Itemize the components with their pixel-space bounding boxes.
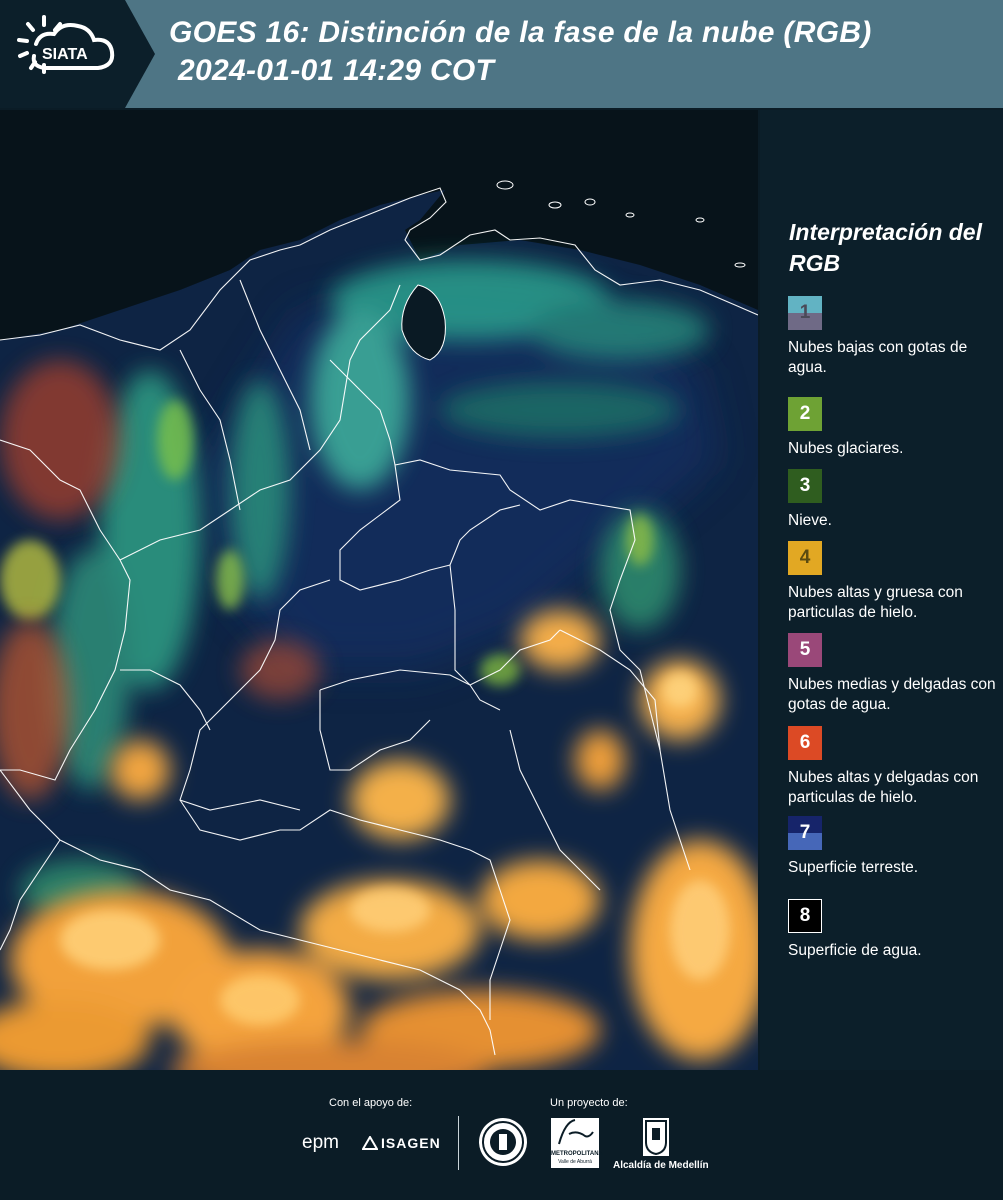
isagen-text: ISAGEN: [381, 1135, 441, 1151]
legend-number: 7: [799, 822, 811, 843]
epm-text: epm: [302, 1132, 339, 1153]
siata-logo[interactable]: SIATA: [0, 0, 155, 108]
project-label: Un proyecto de:: [550, 1097, 628, 1109]
footer: Con el apoyo de: Un proyecto de: epm ISA…: [0, 1070, 1003, 1200]
legend-label: Nubes glaciares.: [788, 440, 904, 457]
legend-swatch: 5: [788, 633, 822, 667]
legend-label: Nubes altas y gruesa con particulas de h…: [788, 584, 963, 621]
legend-item-4: 4 Nubes altas y gruesa con particulas de …: [788, 541, 998, 623]
legend-label: Superficie terreste.: [788, 859, 919, 876]
legend-number: 3: [799, 475, 811, 496]
epm-logo[interactable]: epm: [302, 1132, 339, 1154]
legend-swatch: 3: [788, 469, 822, 503]
seal-icon: [482, 1121, 524, 1163]
footer-divider: [458, 1116, 459, 1170]
seal-logo[interactable]: [479, 1118, 527, 1166]
legend-number: 4: [799, 547, 811, 568]
legend-number: 5: [799, 639, 811, 660]
legend-number: 8: [799, 905, 811, 926]
support-label: Con el apoyo de:: [329, 1097, 413, 1109]
legend-swatch: 2: [788, 397, 822, 431]
legend-number: 2: [799, 403, 811, 424]
legend-panel: Interpretación del RGB 1 Nubes bajas con …: [760, 110, 1003, 1070]
legend-label: Nubes altas y delgadas con particulas de…: [788, 769, 979, 806]
area-line1: METROPOLITANA: [551, 1151, 603, 1157]
legend-item-8: 8 Superficie de agua.: [788, 899, 998, 961]
legend-title: Interpretación del RGB: [789, 219, 982, 276]
legend-number: 6: [799, 732, 811, 753]
header-bar: SIATA GOES 16: Distinción de la fase de …: [0, 0, 1003, 108]
legend-swatch: 8: [788, 899, 822, 933]
legend-item-5: 5 Nubes medias y delgadas con gotas de ag…: [788, 633, 998, 715]
logo-text: SIATA: [42, 46, 88, 63]
legend-swatch: 1: [788, 296, 822, 330]
legend-item-2: 2 Nubes glaciares.: [788, 397, 998, 459]
alcaldia-text: Alcaldía de Medellín: [613, 1160, 709, 1171]
area-mark-icon: [558, 1119, 594, 1145]
isagen-logo[interactable]: ISAGEN: [361, 1134, 441, 1151]
sun-cloud-icon: SIATA: [17, 15, 115, 74]
legend-number: 1: [799, 302, 811, 323]
legend-swatch: 4: [788, 541, 822, 575]
legend-label: Nubes bajas con gotas de agua.: [788, 339, 968, 376]
legend-swatch: 6: [788, 726, 822, 760]
page-title: GOES 16: Distinción de la fase de la nub…: [169, 16, 872, 49]
satellite-image: [0, 110, 758, 1070]
legend-label: Superficie de agua.: [788, 942, 922, 959]
satellite-map[interactable]: [0, 110, 758, 1070]
legend-item-3: 3 Nieve.: [788, 469, 998, 531]
legend-item-1: 1 Nubes bajas con gotas de agua.: [788, 296, 998, 378]
legend-item-6: 6 Nubes altas y delgadas con particulas d…: [788, 726, 998, 808]
area-line2: Valle de Aburrá: [558, 1159, 592, 1165]
isagen-icon: [361, 1135, 379, 1150]
legend-swatch: 7: [788, 816, 822, 850]
area-metropolitana-logo[interactable]: METROPOLITANA Valle de Aburrá: [551, 1118, 603, 1168]
timestamp: 2024-01-01 14:29 COT: [178, 54, 495, 87]
legend-item-7: 7 Superficie terreste.: [788, 816, 998, 878]
legend-label: Nubes medias y delgadas con gotas de agu…: [788, 676, 996, 713]
legend-label: Nieve.: [788, 512, 832, 529]
alcaldia-shield-icon[interactable]: [643, 1118, 669, 1156]
